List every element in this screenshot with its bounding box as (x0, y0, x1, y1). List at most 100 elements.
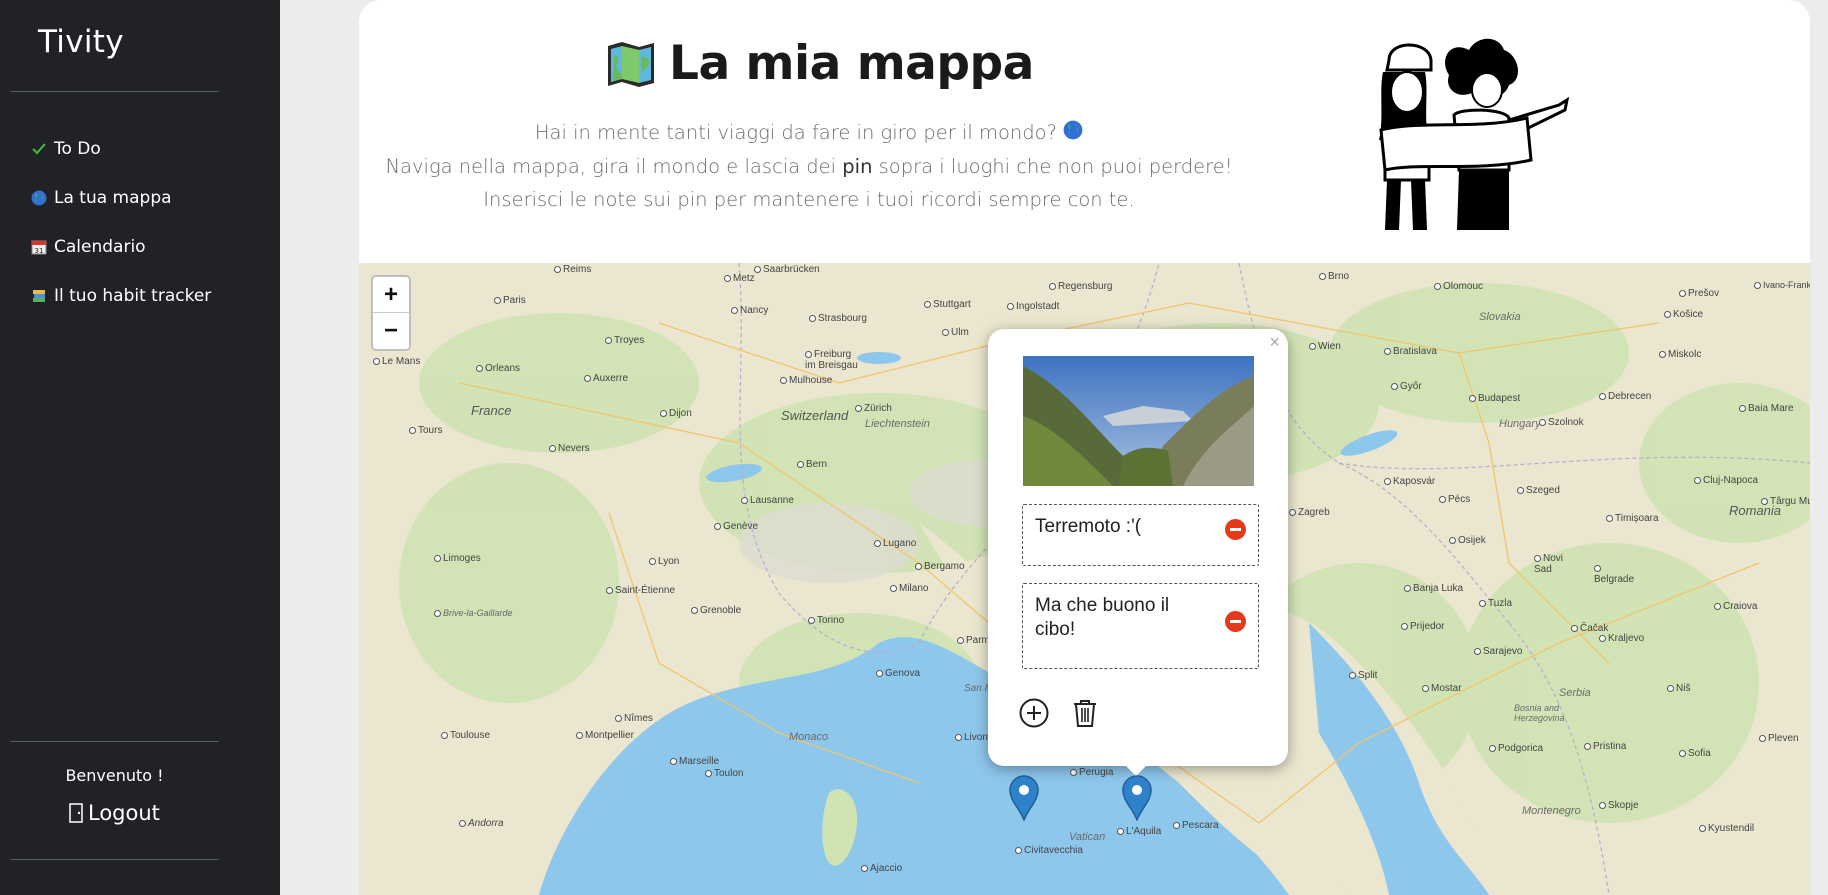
zoom-in-button[interactable]: + (373, 277, 409, 313)
city-label: Reims (554, 264, 591, 275)
books-icon (30, 287, 48, 305)
map-card: La mia mappa Hai in mente tanti viaggi d… (359, 0, 1810, 895)
page-title-text: La mia mappa (669, 36, 1034, 91)
remove-note-button[interactable] (1225, 519, 1246, 540)
city-label: Pécs (1439, 494, 1470, 505)
city-label: Perugia (1070, 767, 1113, 778)
delete-pin-button[interactable] (1070, 697, 1100, 729)
city-label: Torino (808, 615, 844, 626)
city-label: Osijek (1449, 535, 1486, 546)
intro-line-2-a: Naviga nella mappa, gira il mondo e lasc… (385, 155, 843, 178)
city-label: Bern (797, 459, 827, 470)
sidebar-item-calendar[interactable]: 31 Calendario (30, 222, 211, 271)
map-pin[interactable] (1008, 775, 1040, 826)
city-label: Toulon (705, 768, 743, 779)
note-item[interactable]: Ma che buono il cibo! (1022, 583, 1259, 669)
city-label: Nancy (731, 305, 768, 316)
globe-icon (30, 189, 48, 207)
city-label: Mostar (1422, 683, 1462, 694)
city-label: Craiova (1714, 601, 1757, 612)
city-label: Kraljevo (1599, 633, 1644, 644)
city-label: Montpellier (576, 730, 634, 741)
sidebar-item-todo[interactable]: To Do (30, 124, 211, 173)
city-label: Genova (876, 668, 920, 679)
city-label: Ajaccio (861, 863, 902, 874)
city-label: Genève (714, 521, 758, 532)
city-label: Ulm (942, 327, 969, 338)
city-label: Toulouse (441, 730, 490, 741)
city-label: Nîmes (615, 713, 653, 724)
city-label: Banja Luka (1404, 583, 1463, 594)
city-label: Belgrade (1594, 563, 1639, 585)
sidebar: Tivity To Do La tua mappa 31 Calendario … (0, 0, 280, 895)
city-label: Pleven (1759, 733, 1799, 744)
map-icon (608, 41, 654, 87)
city-label: Sarajevo (1474, 646, 1522, 657)
map-view[interactable]: France Switzerland Liechtenstein Slovaki… (359, 263, 1810, 895)
sidebar-item-label: Il tuo habit tracker (54, 285, 212, 306)
sidebar-divider (10, 859, 219, 860)
city-label: Brive-la-Gaillarde (434, 608, 513, 618)
brand-logo[interactable]: Tivity (38, 24, 124, 60)
city-label: Regensburg (1049, 281, 1112, 292)
city-label: Sofia (1679, 748, 1711, 759)
country-label: Liechtenstein (865, 418, 930, 430)
sidebar-item-label: Calendario (54, 236, 146, 257)
country-label: Hungary (1499, 418, 1541, 430)
zoom-out-button[interactable]: − (373, 313, 409, 349)
city-label: Paris (494, 295, 526, 306)
city-label: Târgu Mureș (1761, 496, 1810, 507)
intro-line-1-text: Hai in mente tanti viaggi da fare in gir… (534, 121, 1057, 144)
page-title: La mia mappa (605, 36, 1034, 91)
globe-icon (1063, 117, 1083, 150)
calendar-icon: 31 (30, 238, 48, 256)
note-text: Ma che buono il cibo! (1035, 595, 1170, 640)
city-label: Auxerre (584, 373, 628, 384)
city-label: Milano (890, 583, 928, 594)
country-label: Montenegro (1522, 805, 1581, 817)
city-label: Niš (1667, 683, 1690, 694)
popup-close-button[interactable]: × (1269, 332, 1280, 353)
intro-line-2: Naviga nella mappa, gira il mondo e lasc… (359, 150, 1259, 183)
map-pin[interactable] (1121, 775, 1153, 826)
city-label: Metz (724, 273, 755, 284)
intro-line-1: Hai in mente tanti viaggi da fare in gir… (359, 116, 1259, 150)
city-label: Košice (1664, 309, 1703, 320)
city-label: Olomouc (1434, 281, 1483, 292)
city-label: Timișoara (1606, 513, 1659, 524)
city-label: Szolnok (1539, 417, 1584, 428)
city-label: Lugano (874, 538, 916, 549)
city-label: Nevers (549, 443, 590, 454)
intro-line-3: Inserisci le note sui pin per mantenere … (483, 188, 1135, 211)
sidebar-item-habit-tracker[interactable]: Il tuo habit tracker (30, 271, 211, 320)
zoom-control: + − (371, 275, 411, 351)
remove-note-button[interactable] (1225, 611, 1246, 632)
note-item[interactable]: Terremoto :'( (1022, 504, 1259, 566)
add-note-button[interactable] (1018, 697, 1050, 729)
city-label: Dijon (660, 408, 692, 419)
welcome-text: Benvenuto ! (65, 766, 164, 785)
city-label: Tuzla (1479, 598, 1512, 609)
city-label: Pristina (1584, 741, 1626, 752)
city-label: Prijedor (1401, 621, 1444, 632)
city-label: Mulhouse (780, 375, 832, 386)
country-label: Switzerland (781, 408, 849, 423)
sidebar-divider (10, 741, 219, 742)
sidebar-item-map[interactable]: La tua mappa (30, 173, 211, 222)
city-label: Pescara (1173, 820, 1219, 831)
city-label: Brno (1319, 271, 1349, 282)
map-pin-icon (1122, 775, 1152, 823)
country-label: France (471, 403, 512, 418)
city-label: Andorra (459, 818, 504, 829)
logout-label: Logout (88, 801, 160, 825)
city-label: Čačak (1571, 623, 1608, 634)
city-label: Lyon (649, 556, 679, 567)
logout-button[interactable]: Logout (68, 801, 160, 825)
city-label: Tours (409, 425, 442, 436)
city-label: Grenoble (691, 605, 741, 616)
city-label: Skopje (1599, 800, 1639, 811)
sidebar-divider (10, 91, 219, 92)
pin-popup: × Terremoto :'(Ma che buono il cibo! (988, 329, 1288, 776)
pin-photo[interactable] (1023, 356, 1254, 486)
city-label: Freiburg im Breisgau (805, 349, 860, 371)
